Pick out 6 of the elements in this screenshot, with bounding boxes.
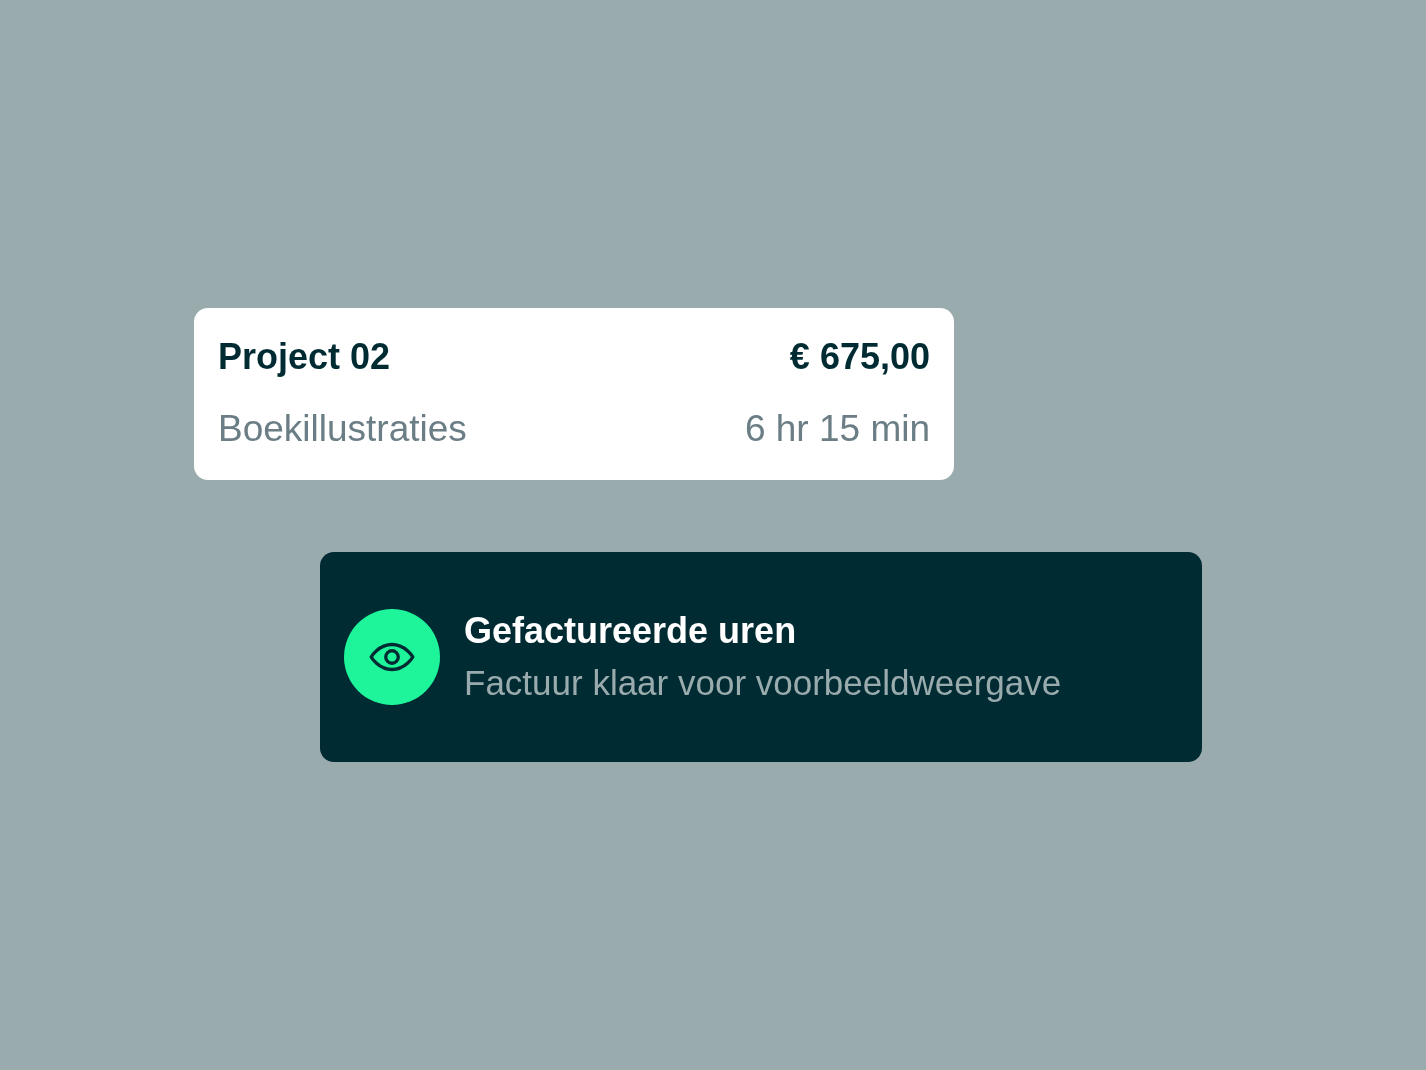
notification-message: Factuur klaar voor voorbeeldweergave: [464, 662, 1062, 704]
project-subtitle: Boekillustraties: [218, 407, 467, 451]
project-duration: 6 hr 15 min: [744, 407, 930, 451]
project-title: Project 02: [218, 335, 391, 379]
project-amount: € 675,00: [789, 335, 930, 379]
notification-title: Gefactureerde uren: [464, 609, 798, 653]
